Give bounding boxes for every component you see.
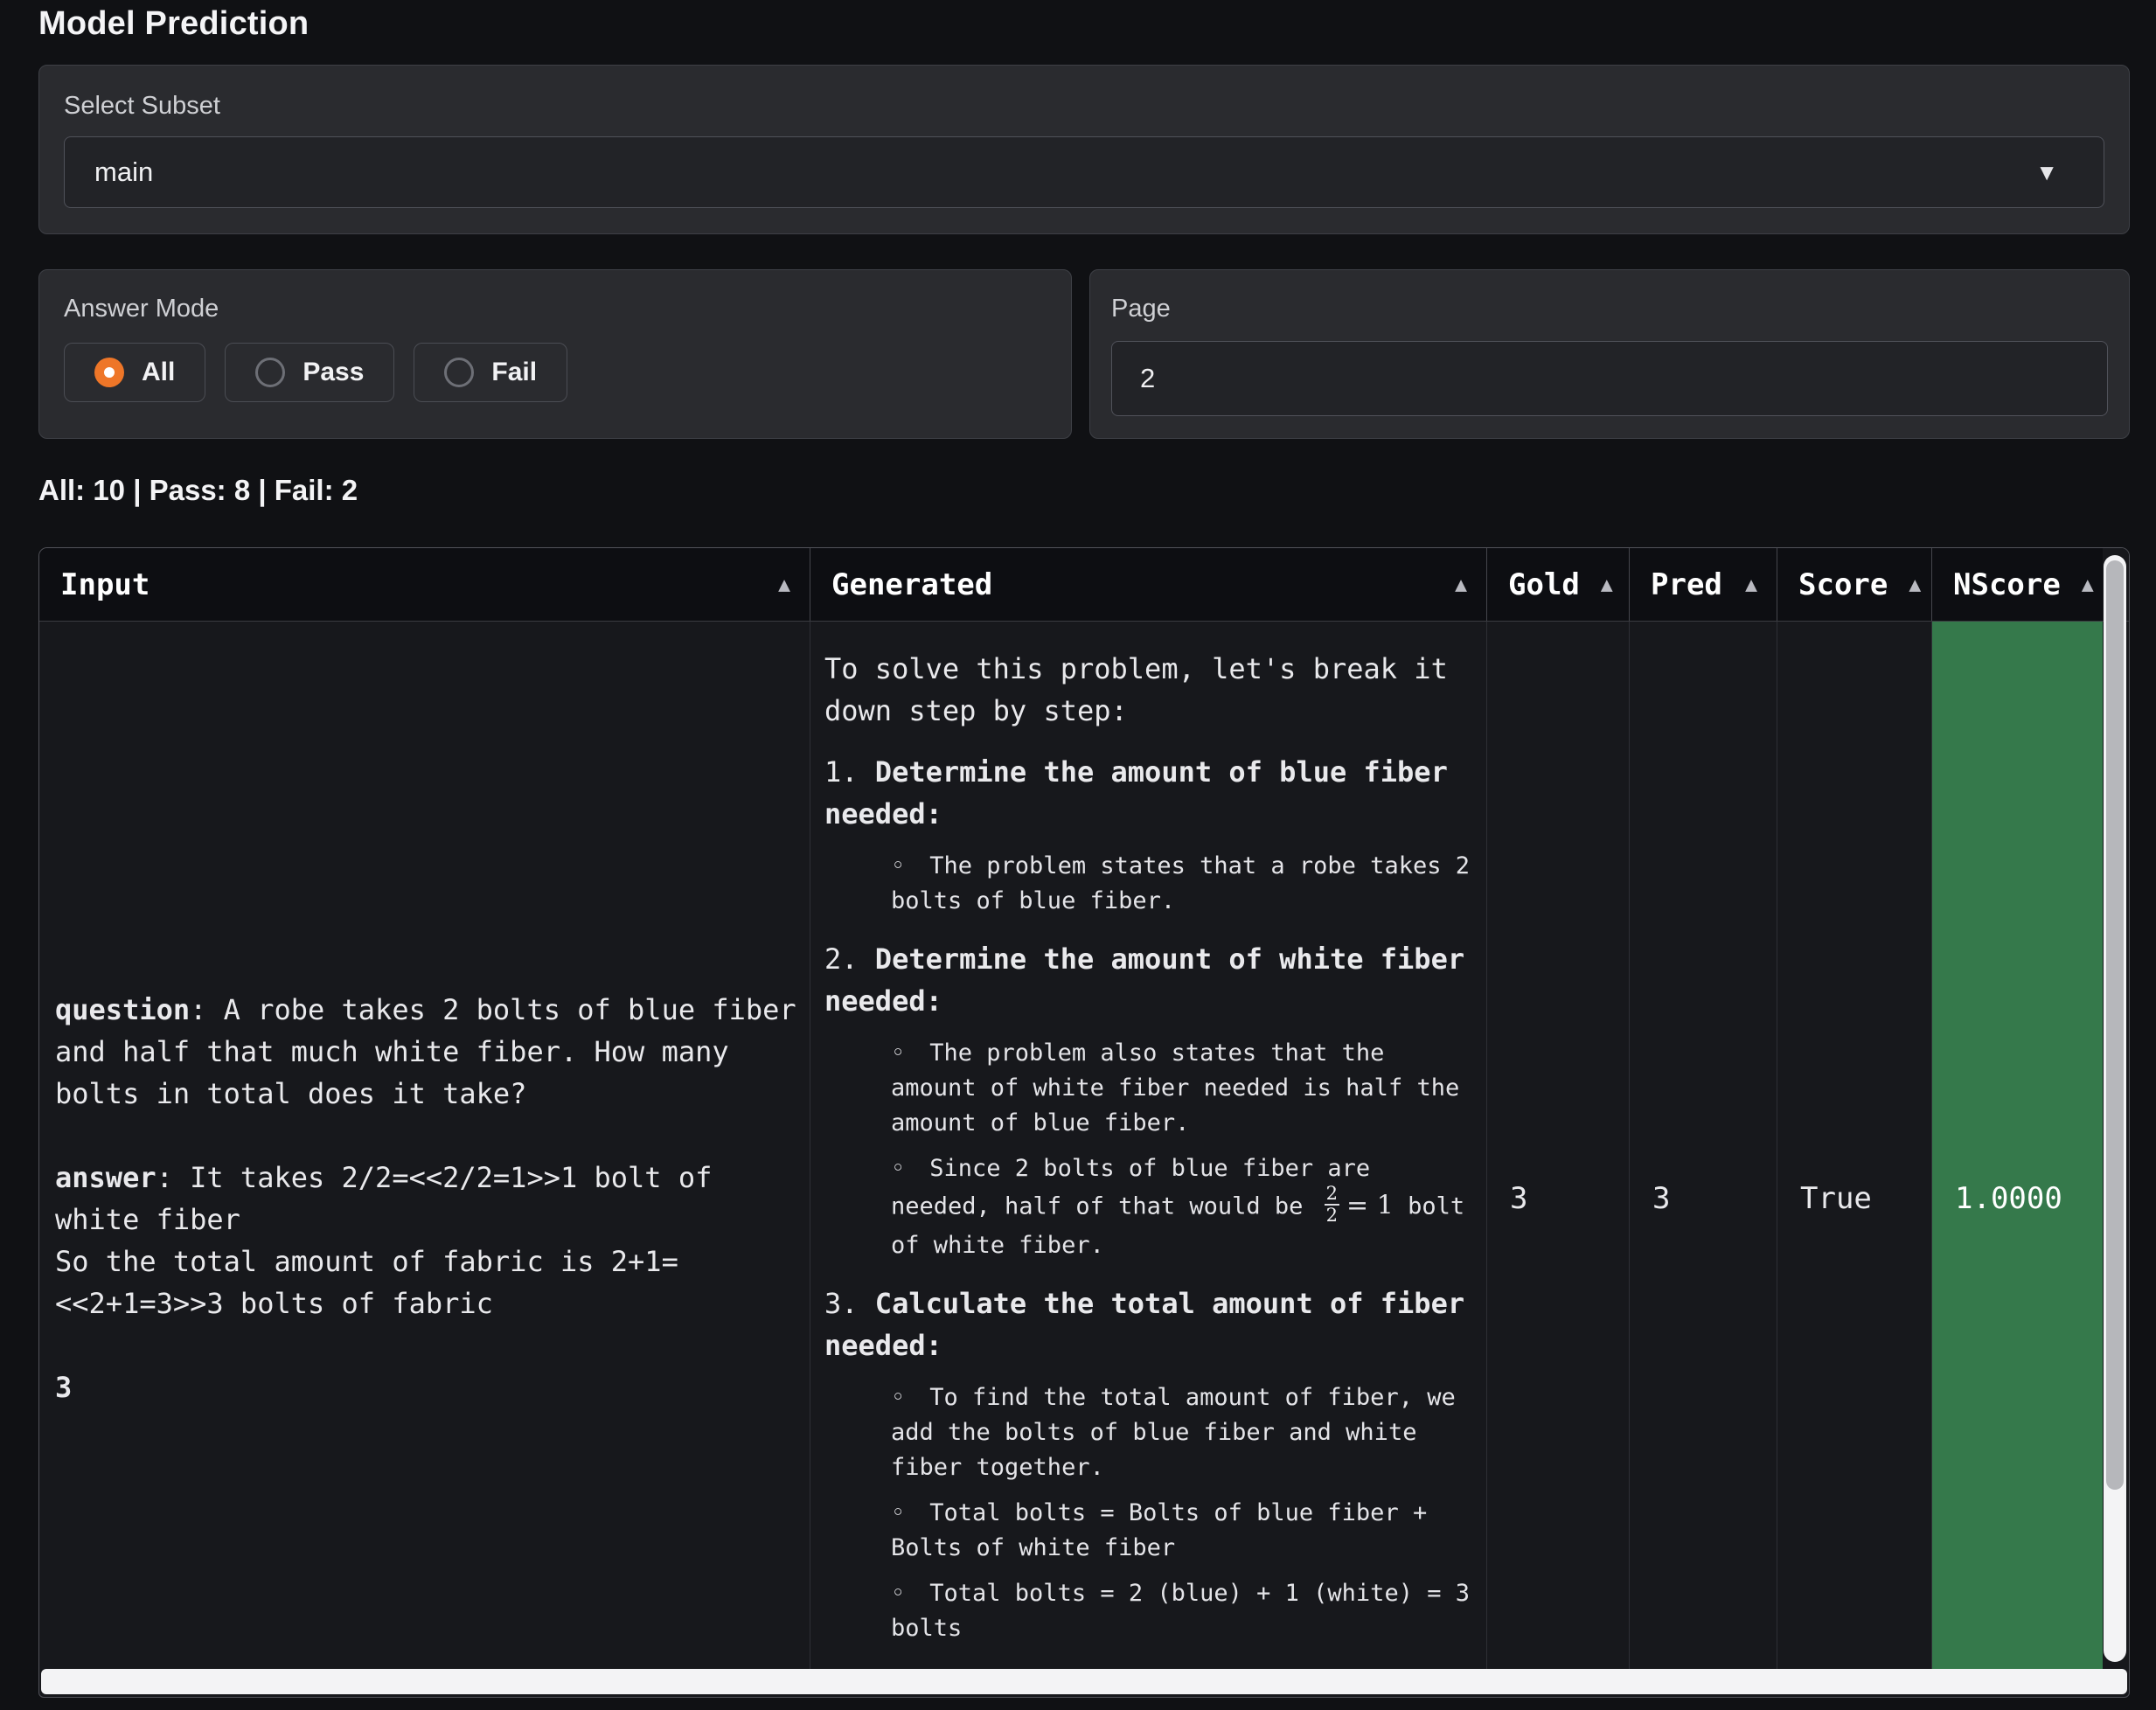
fraction-numerator: 2 (1326, 1184, 1338, 1204)
subset-dropdown[interactable]: main ▼ (64, 136, 2104, 208)
answer-label: answer (55, 1161, 156, 1194)
results-stats: All: 10 | Pass: 8 | Fail: 2 (38, 474, 358, 507)
fraction: 22 (1325, 1184, 1339, 1226)
radio-option-pass-label: Pass (303, 358, 364, 387)
generated-bullet: ◦To find the total amount of fiber, we a… (824, 1380, 1472, 1485)
radio-selected-icon (94, 358, 124, 387)
generated-bullet: ◦Total bolts = Bolts of blue fiber + Bol… (824, 1496, 1472, 1566)
column-header-input-label: Input (60, 567, 150, 602)
column-header-nscore-label: NScore (1953, 567, 2061, 602)
radio-unselected-icon (255, 358, 285, 387)
step-heading: Determine the amount of blue fiber neede… (824, 755, 1448, 831)
radio-option-pass[interactable]: Pass (225, 343, 394, 402)
generated-bullet: ◦The problem also states that the amount… (824, 1036, 1472, 1141)
table-header-row: Input ▲ Generated ▲ Gold ▲ Pred ▲ Score … (39, 548, 2129, 622)
horizontal-scrollbar[interactable] (41, 1669, 2127, 1694)
column-header-nscore[interactable]: NScore ▲ (1931, 548, 2103, 621)
step-number: 1. (824, 755, 875, 789)
select-subset-label: Select Subset (64, 92, 2104, 121)
radio-option-fail[interactable]: Fail (414, 343, 567, 402)
sort-asc-icon: ▲ (2061, 573, 2094, 596)
generated-step-2-heading: 2. Determine the amount of white fiber n… (824, 938, 1472, 1022)
column-header-input[interactable]: Input ▲ (39, 548, 810, 621)
step-number: 3. (824, 1287, 875, 1320)
page-title: Model Prediction (38, 5, 309, 43)
bullet-icon: ◦ (891, 1384, 905, 1411)
page-number-input[interactable]: 2 (1111, 341, 2108, 416)
radio-option-all[interactable]: All (64, 343, 205, 402)
answer-mode-panel: Answer Mode All Pass Fail (38, 269, 1072, 439)
column-header-pred-label: Pred (1651, 567, 1722, 602)
column-header-gold[interactable]: Gold ▲ (1486, 548, 1629, 621)
table-row: question: A robe takes 2 bolts of blue f… (39, 622, 2129, 1671)
bullet-icon: ◦ (891, 1039, 905, 1067)
predictions-table: Input ▲ Generated ▲ Gold ▲ Pred ▲ Score … (38, 547, 2130, 1698)
input-final-answer: 3 (55, 1366, 797, 1408)
cell-nscore[interactable]: 1.0000 (1931, 622, 2103, 1671)
cell-gold[interactable]: 3 (1486, 622, 1629, 1671)
bullet-text: The problem also states that the amount … (891, 1039, 1459, 1137)
bullet-text: Total bolts = Bolts of blue fiber + Bolt… (891, 1499, 1427, 1561)
step-number: 2. (824, 942, 875, 976)
radio-option-all-label: All (142, 358, 175, 387)
fraction-denominator: 2 (1325, 1204, 1339, 1226)
generated-step-1-heading: 1. Determine the amount of blue fiber ne… (824, 751, 1472, 835)
math-text: = 1 (1346, 1191, 1394, 1221)
column-header-pred[interactable]: Pred ▲ (1629, 548, 1777, 621)
sort-asc-icon: ▲ (1888, 573, 1921, 596)
bullet-text: Since 2 bolts of blue fiber are needed, … (891, 1155, 1370, 1220)
bullet-icon: ◦ (891, 1499, 905, 1526)
input-question: question: A robe takes 2 bolts of blue f… (55, 989, 797, 1115)
input-answer: answer: It takes 2/2=<<2/2=1>>1 bolt of … (55, 1157, 797, 1324)
column-header-generated-label: Generated (831, 567, 992, 602)
page-number-value: 2 (1140, 363, 1155, 394)
column-header-gold-label: Gold (1508, 567, 1580, 602)
column-header-score[interactable]: Score ▲ (1777, 548, 1931, 621)
step-heading: Determine the amount of white fiber need… (824, 942, 1464, 1018)
sort-asc-icon: ▲ (1434, 573, 1467, 596)
page-panel: Page 2 (1089, 269, 2130, 439)
vertical-scrollbar[interactable] (2104, 555, 2126, 1662)
page-label: Page (1111, 295, 2108, 323)
answer-mode-radio-group: All Pass Fail (64, 343, 1047, 402)
subset-dropdown-value: main (94, 156, 153, 188)
answer-text: : It takes 2/2=<<2/2=1>>1 bolt of white … (55, 1161, 729, 1320)
radio-option-fail-label: Fail (491, 358, 537, 387)
generated-step-3-heading: 3. Calculate the total amount of fiber n… (824, 1282, 1472, 1366)
generated-bullet: ◦Total bolts = 2 (blue) + 1 (white) = 3 … (824, 1576, 1472, 1646)
bullet-icon: ◦ (891, 852, 905, 879)
cell-pred[interactable]: 3 (1629, 622, 1777, 1671)
sort-asc-icon: ▲ (757, 573, 790, 596)
answer-mode-label: Answer Mode (64, 295, 1047, 323)
cell-score[interactable]: True (1777, 622, 1931, 1671)
column-header-score-label: Score (1798, 567, 1888, 602)
vertical-scrollbar-thumb[interactable] (2106, 560, 2124, 1490)
column-header-generated[interactable]: Generated ▲ (810, 548, 1486, 621)
cell-input[interactable]: question: A robe takes 2 bolts of blue f… (39, 622, 810, 1671)
chevron-down-icon: ▼ (2035, 161, 2058, 184)
step-heading: Calculate the total amount of fiber need… (824, 1287, 1464, 1362)
generated-intro: To solve this problem, let's break it do… (824, 648, 1472, 732)
generated-bullet-math: ◦Since 2 bolts of blue fiber are needed,… (824, 1151, 1472, 1263)
sort-asc-icon: ▲ (1580, 573, 1613, 596)
bullet-icon: ◦ (891, 1155, 905, 1182)
bullet-icon: ◦ (891, 1580, 905, 1607)
bullet-text: The problem states that a robe takes 2 b… (891, 852, 1470, 914)
generated-bullet: ◦The problem states that a robe takes 2 … (824, 849, 1472, 919)
question-label: question (55, 993, 190, 1026)
cell-generated[interactable]: To solve this problem, let's break it do… (810, 622, 1486, 1671)
radio-unselected-icon (444, 358, 474, 387)
bullet-text: Total bolts = 2 (blue) + 1 (white) = 3 b… (891, 1580, 1470, 1642)
sort-asc-icon: ▲ (1724, 573, 1757, 596)
bullet-text: To find the total amount of fiber, we ad… (891, 1384, 1456, 1481)
select-subset-panel: Select Subset main ▼ (38, 65, 2130, 234)
